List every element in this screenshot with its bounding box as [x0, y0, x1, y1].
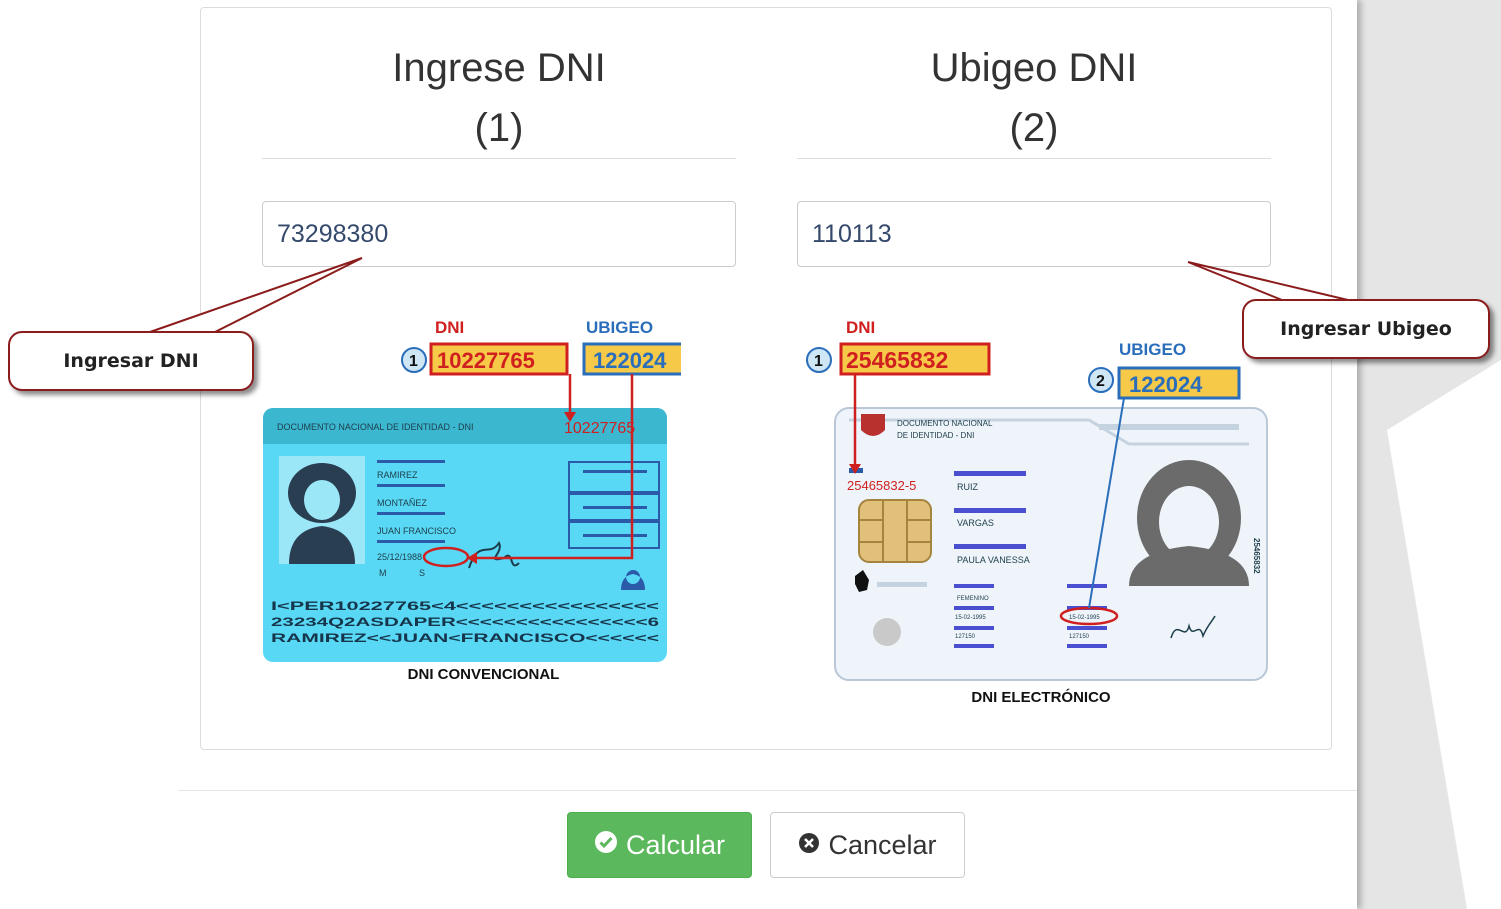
calculate-label: Calcular	[625, 829, 726, 860]
cancel-button[interactable]: Cancelar	[770, 812, 965, 878]
modal-dialog: Ingrese DNI (1) Ubigeo DNI (2) DNI UBIGE…	[0, 0, 1357, 909]
background-shape	[1387, 360, 1501, 909]
ubigeo-callout: Ingresar Ubigeo	[1242, 299, 1490, 359]
cancel-label: Cancelar	[828, 829, 937, 860]
check-circle-icon	[594, 830, 618, 861]
dni-callout: Ingresar DNI	[8, 331, 254, 391]
footer-divider	[178, 790, 1357, 791]
callout-pointers	[149, 257, 1349, 333]
calculate-button[interactable]: Calcular	[567, 812, 752, 878]
times-circle-icon	[798, 830, 820, 861]
